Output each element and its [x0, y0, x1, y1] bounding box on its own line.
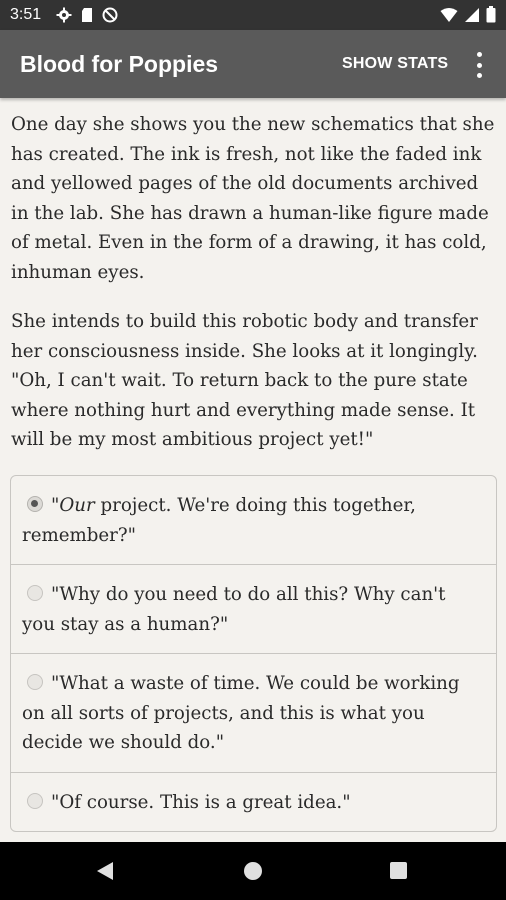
battery-icon	[486, 6, 496, 23]
choice-option-3[interactable]: "What a waste of time. We could be worki…	[11, 654, 496, 773]
recents-icon[interactable]	[390, 862, 407, 879]
no-disturb-icon	[102, 7, 118, 23]
wifi-icon	[440, 7, 458, 22]
cellular-icon	[465, 7, 479, 22]
back-icon[interactable]	[96, 861, 114, 881]
choice-text: "What a waste of time. We could be worki…	[22, 673, 460, 753]
choice-option-1[interactable]: "Our project. We're doing this together,…	[11, 476, 496, 565]
status-icons-left	[56, 7, 118, 23]
choice-text: "Why do you need to do all this? Why can…	[22, 584, 446, 635]
story-paragraph: One day she shows you the new schematics…	[11, 114, 495, 283]
radio-selected-icon[interactable]	[27, 496, 43, 512]
radio-unselected-icon[interactable]	[27, 585, 43, 601]
status-bar: 3:51	[0, 0, 506, 30]
gear-icon	[56, 7, 72, 23]
more-vert-icon[interactable]	[470, 52, 488, 78]
home-icon[interactable]	[244, 862, 262, 880]
radio-unselected-icon[interactable]	[27, 792, 43, 809]
sd-card-icon	[82, 8, 92, 22]
choice-option-4[interactable]: "Of course. This is a great idea."	[11, 773, 496, 832]
choice-text-emphasis: Our	[59, 495, 95, 516]
status-time: 3:51	[10, 6, 42, 23]
radio-unselected-icon[interactable]	[27, 674, 43, 690]
choice-list: "Our project. We're doing this together,…	[10, 475, 497, 832]
navigation-bar	[0, 842, 506, 900]
show-stats-button[interactable]: SHOW STATS	[342, 55, 448, 73]
story-content: One day she shows you the new schematics…	[0, 98, 506, 842]
app-title: Blood for Poppies	[20, 51, 219, 77]
story-paragraph: She intends to build this robotic body a…	[11, 311, 478, 450]
choice-text: "Of course. This is a great idea."	[51, 791, 351, 813]
status-icons-right	[440, 6, 496, 23]
app-bar: Blood for Poppies SHOW STATS	[0, 30, 506, 98]
choice-option-2[interactable]: "Why do you need to do all this? Why can…	[11, 565, 496, 654]
